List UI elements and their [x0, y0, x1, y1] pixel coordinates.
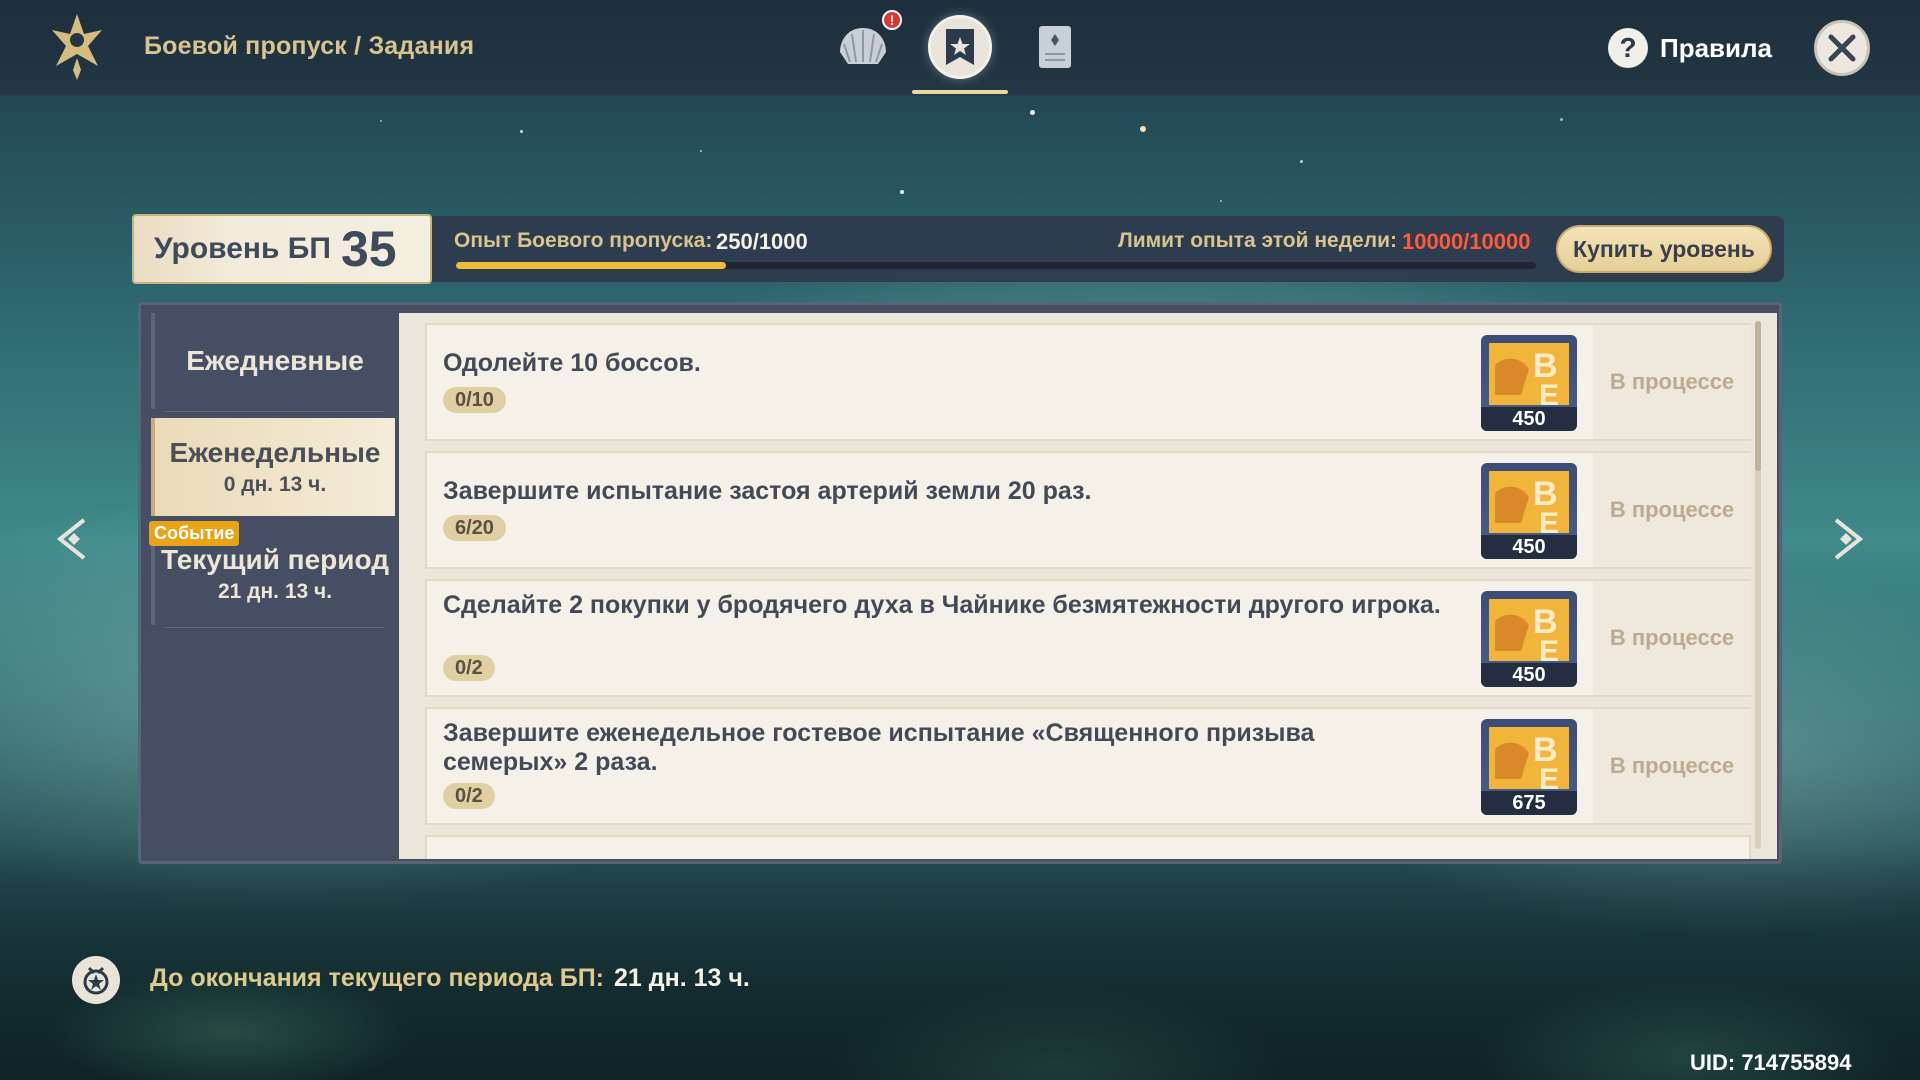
svg-text:E: E: [1539, 507, 1559, 535]
quest-item: Одолейте 10 боссов. 0/10 B E 450 В проце…: [425, 323, 1751, 441]
exp-label: Опыт Боевого пропуска:: [454, 229, 713, 252]
quest-text: Завершите испытание застоя артерий земли…: [443, 477, 1092, 505]
tab-period-timer: 21 дн. 13 ч.: [217, 580, 333, 603]
tab-active-circle: [928, 15, 992, 79]
scrollbar[interactable]: [1755, 321, 1761, 849]
reward-item[interactable]: B E 450: [1481, 591, 1577, 687]
banner-icon: [946, 29, 974, 65]
tab-weekly[interactable]: Еженедельные 0 дн. 13 ч.: [151, 418, 395, 516]
help-icon: ?: [1608, 28, 1648, 68]
bp-exp-icon: B E: [1489, 471, 1569, 540]
quest-text: Завершите еженедельное гостевое испытани…: [443, 719, 1315, 776]
tab-daily-label: Ежедневные: [186, 345, 364, 376]
svg-text:E: E: [1539, 379, 1559, 407]
quest-progress: 6/20: [443, 515, 506, 541]
rules-button[interactable]: ? Правила: [1608, 28, 1772, 68]
tab-weekly-timer: 0 дн. 13 ч.: [223, 473, 327, 496]
reward-item[interactable]: B E 675: [1481, 719, 1577, 815]
period-end-label: До окончания текущего периода БП:: [150, 964, 605, 992]
prev-page-arrow-icon[interactable]: [54, 516, 94, 562]
bp-emblem-icon: [83, 966, 109, 995]
quest-category-sidebar: Ежедневные Еженедельные 0 дн. 13 ч. Теку…: [141, 305, 399, 861]
period-end-value: 21 дн. 13 ч.: [614, 964, 750, 992]
battle-pass-logo-icon: [52, 14, 102, 80]
exp-value: 250/1000: [716, 229, 808, 254]
quest-progress: 0/10: [443, 387, 506, 413]
tab-weekly-label: Еженедельные: [169, 437, 381, 468]
period-end-info: До окончания текущего периода БП: 21 дн. …: [150, 964, 750, 993]
status-label: В процессе: [1593, 325, 1751, 439]
divider: [165, 411, 385, 412]
exp-progress-fill: [456, 262, 726, 269]
quest-text: Одолейте 10 боссов.: [443, 349, 701, 377]
close-button[interactable]: [1814, 20, 1870, 76]
tab-journal[interactable]: [1020, 12, 1090, 82]
reward-amount: 450: [1481, 407, 1577, 431]
tab-tasks[interactable]: [925, 12, 995, 82]
scroll-icon: [1039, 26, 1071, 68]
user-id: UID: 714755894: [1690, 1050, 1852, 1075]
week-limit-label: Лимит опыта этой недели:: [1118, 229, 1397, 252]
svg-text:E: E: [1539, 763, 1559, 791]
bp-exp-icon: B E: [1489, 599, 1569, 668]
tab-period-label: Текущий период: [160, 544, 389, 575]
rules-label: Правила: [1660, 32, 1772, 63]
notification-badge: !: [882, 10, 902, 30]
reward-item[interactable]: B E 450: [1481, 463, 1577, 559]
buy-level-button[interactable]: Купить уровень: [1556, 225, 1772, 273]
background-ground: [0, 840, 1920, 1080]
shell-icon: [840, 28, 886, 64]
quest-progress: 0/2: [443, 783, 495, 809]
next-page-arrow-icon[interactable]: [1826, 516, 1866, 562]
status-label: В процессе: [1593, 709, 1751, 823]
reward-amount: 450: [1481, 535, 1577, 559]
breadcrumb: Боевой пропуск / Задания: [144, 32, 475, 60]
quest-item-partial: [425, 835, 1751, 859]
reward-amount: 450: [1481, 663, 1577, 687]
quest-item: Завершите испытание застоя артерий земли…: [425, 451, 1751, 569]
quest-item: Сделайте 2 покупки у бродячего духа в Ча…: [425, 579, 1751, 697]
quest-text: Сделайте 2 покупки у бродячего духа в Ча…: [443, 591, 1441, 619]
level-number: 35: [340, 221, 397, 277]
timer-icon: [72, 956, 120, 1004]
exp-progress-bar: [456, 262, 1536, 269]
status-label: В процессе: [1593, 581, 1751, 695]
top-bar: Боевой пропуск / Задания ! ? Правила: [0, 0, 1920, 96]
reward-amount: 675: [1481, 791, 1577, 815]
svg-text:E: E: [1539, 635, 1559, 663]
scrollbar-thumb[interactable]: [1755, 321, 1761, 471]
close-icon: [1828, 34, 1856, 62]
event-badge: Событие: [149, 521, 240, 546]
quest-progress: 0/2: [443, 655, 495, 681]
bp-exp-icon: B E: [1489, 343, 1569, 412]
quest-item: Завершите еженедельное гостевое испытани…: [425, 707, 1751, 825]
bp-exp-icon: B E: [1489, 727, 1569, 796]
status-label: В процессе: [1593, 453, 1751, 567]
quest-list[interactable]: Одолейте 10 боссов. 0/10 B E 450 В проце…: [399, 313, 1777, 859]
week-limit-value: 10000/10000: [1402, 229, 1531, 254]
reward-item[interactable]: B E 450: [1481, 335, 1577, 431]
active-tab-indicator: [912, 90, 1008, 94]
level-label: Уровень БП: [154, 232, 331, 265]
level-badge: Уровень БП 35: [132, 214, 432, 284]
divider: [165, 627, 385, 628]
quest-panel: Ежедневные Еженедельные 0 дн. 13 ч. Теку…: [138, 302, 1782, 864]
tab-daily[interactable]: Ежедневные: [151, 313, 395, 409]
